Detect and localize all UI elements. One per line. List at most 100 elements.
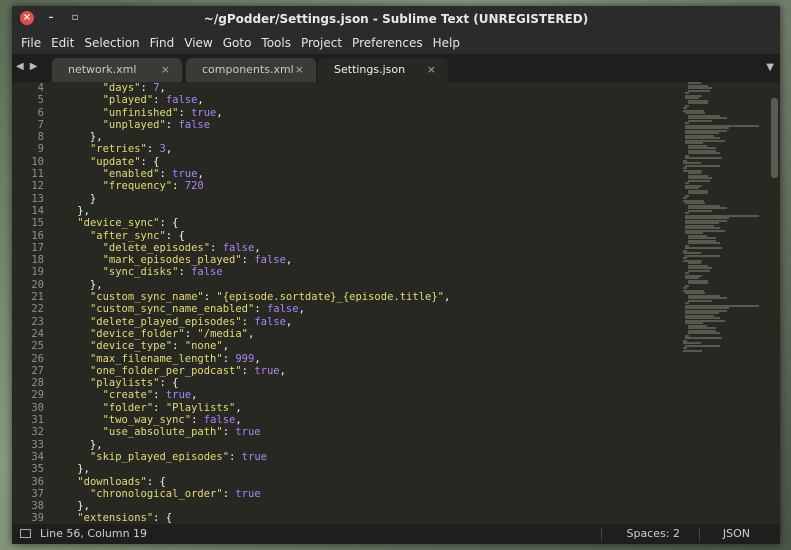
- token-string: "none": [184, 340, 223, 353]
- menu-tools[interactable]: Tools: [256, 32, 296, 54]
- token-text: :: [153, 401, 166, 414]
- minimap[interactable]: [678, 82, 766, 524]
- syntax-status[interactable]: JSON: [723, 524, 750, 544]
- token-text: },: [52, 204, 90, 217]
- code-line: },: [52, 439, 670, 451]
- minimap-line: [687, 179, 710, 182]
- token-bool: true: [191, 106, 217, 119]
- menu-preferences[interactable]: Preferences: [347, 32, 428, 54]
- token-text: ,: [285, 315, 293, 328]
- line-number: 4: [37, 82, 44, 94]
- token-text: ,: [235, 401, 242, 414]
- token-text: },: [52, 438, 103, 451]
- minimap-line: [687, 209, 713, 212]
- status-divider: [601, 527, 602, 541]
- token-key: "use_absolute_path": [102, 426, 223, 439]
- token-key: "mark_episodes_played": [102, 254, 242, 267]
- minimap-line: [685, 164, 721, 167]
- forward-arrow-icon[interactable]: ▶: [30, 61, 38, 72]
- tab-close-icon[interactable]: ×: [295, 58, 304, 82]
- token-key: "downloads": [77, 475, 147, 488]
- cursor-position[interactable]: Line 56, Column 19: [40, 524, 147, 544]
- token-text: :: [210, 241, 223, 254]
- token-key: "custom_sync_name_enabled": [89, 303, 255, 316]
- code-line: "downloads": {: [52, 476, 670, 488]
- token-key: "device_folder": [89, 327, 185, 340]
- token-text: :: [178, 266, 192, 279]
- menu-edit[interactable]: Edit: [46, 32, 79, 54]
- token-text: ,: [235, 414, 242, 427]
- line-number: 11: [31, 168, 44, 181]
- line-number: 29: [31, 389, 44, 402]
- panel-toggle-icon[interactable]: [20, 529, 31, 538]
- code-line: "two_way_sync": false,: [52, 414, 670, 426]
- line-number: 26: [31, 352, 44, 365]
- token-text: },: [52, 278, 103, 291]
- tab-label: network.xml: [68, 63, 137, 76]
- line-number: 23: [31, 315, 44, 328]
- token-key: "retries": [89, 143, 147, 156]
- code-view[interactable]: "days": 7, "played": false, "unfinished"…: [52, 82, 670, 524]
- token-text: :: [241, 364, 255, 377]
- token-key: "max_filename_length": [89, 352, 223, 365]
- token-key: "delete_episodes": [102, 241, 211, 254]
- token-text: :: [184, 327, 198, 340]
- token-key: "extensions": [77, 512, 154, 524]
- token-text: :: [165, 118, 179, 131]
- token-text: },: [52, 131, 103, 144]
- tab-close-icon[interactable]: ×: [161, 58, 170, 82]
- menu-file[interactable]: File: [16, 32, 46, 54]
- tab-settings-json[interactable]: Settings.json ×: [318, 58, 448, 82]
- token-text: ,: [197, 168, 204, 181]
- menu-goto[interactable]: Goto: [218, 32, 257, 54]
- window-title: ~/gPodder/Settings.json - Sublime Text (…: [203, 12, 589, 26]
- code-line: "unfinished": true,: [52, 107, 670, 119]
- vertical-scrollbar[interactable]: [771, 98, 778, 178]
- menu-find[interactable]: Find: [145, 32, 180, 54]
- token-key: "frequency": [102, 180, 173, 193]
- menu-project[interactable]: Project: [296, 32, 347, 54]
- line-number: 6: [37, 106, 44, 119]
- token-string: "{episode.sortdate}_{episode.title}": [216, 291, 444, 304]
- token-text: :: [153, 389, 166, 402]
- tab-menu-chevron-icon[interactable]: ▼: [766, 62, 774, 73]
- token-key: "delete_played_episodes": [89, 315, 242, 328]
- token-text: :: [203, 291, 217, 304]
- indentation-status[interactable]: Spaces: 2: [627, 524, 680, 544]
- code-line: "device_type": "none",: [52, 340, 670, 352]
- code-line: "device_sync": {: [52, 217, 670, 229]
- menu-selection[interactable]: Selection: [79, 32, 144, 54]
- token-key: "days": [102, 82, 141, 94]
- code-line: "custom_sync_name_enabled": false,: [52, 303, 670, 315]
- back-arrow-icon[interactable]: ◀: [16, 61, 24, 72]
- tab-close-icon[interactable]: ×: [427, 58, 436, 82]
- token-key: "after_sync": [89, 229, 166, 242]
- token-text: :: [172, 340, 185, 353]
- menu-help[interactable]: Help: [428, 32, 465, 54]
- token-text: ,: [285, 254, 293, 267]
- code-line: "enabled": true,: [52, 168, 670, 180]
- tab-components-xml[interactable]: components.xml ×: [186, 58, 316, 82]
- token-bool: true: [165, 389, 192, 402]
- line-number: 32: [31, 426, 44, 439]
- menu-view[interactable]: View: [179, 32, 217, 54]
- editor-area[interactable]: 4 5 6 7 8 9 10 11 12 13 14 15 16 17 18 19 20 21 22 23 24 25 26…: [12, 82, 780, 524]
- token-key: "two_way_sync": [102, 414, 192, 427]
- token-key: "device_type": [89, 340, 173, 353]
- token-text: :: [172, 180, 185, 193]
- token-string: "Playlists": [165, 401, 236, 414]
- token-bool: false: [178, 118, 211, 131]
- token-bool: false: [191, 266, 223, 279]
- line-number: 17: [31, 241, 44, 254]
- line-number: 28: [31, 377, 44, 390]
- line-number: 37: [31, 487, 44, 500]
- tab-network-xml[interactable]: network.xml ×: [52, 58, 182, 82]
- tab-nav: ◀ ▶: [16, 61, 43, 72]
